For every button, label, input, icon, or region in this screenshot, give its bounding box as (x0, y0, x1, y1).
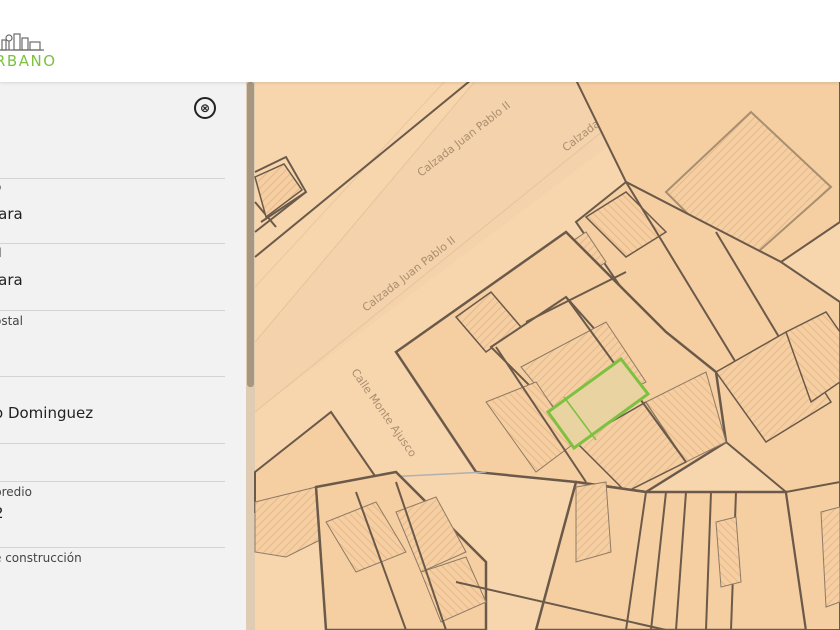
logo-text: RBANO (0, 52, 57, 70)
close-icon[interactable]: ⊗ (194, 97, 216, 119)
parcel (715, 516, 742, 588)
property-info-panel: ⊗ o jara d jara ostal o Dominguez predio… (0, 82, 246, 630)
divider (0, 243, 225, 244)
city-skyline-icon (0, 33, 44, 51)
parcel (575, 481, 612, 563)
street-label: Calle Monte Ajusco (349, 366, 420, 459)
logo[interactable]: RBANO (0, 30, 70, 74)
divider (0, 547, 225, 548)
divider (0, 310, 225, 311)
divider (0, 376, 225, 377)
divider (0, 178, 225, 179)
field-label: o (0, 180, 1, 194)
divider (0, 481, 225, 482)
field-value: o Dominguez (0, 404, 94, 422)
field-value: jara (0, 271, 23, 289)
divider (0, 443, 225, 444)
cadastral-map[interactable]: Calzada Juan Pablo II Calzada Juan Pablo… (246, 82, 840, 630)
app-header: RBANO (0, 0, 840, 82)
field-value: jara (0, 205, 23, 223)
field-label: d (0, 246, 2, 260)
field-label: predio (0, 485, 32, 499)
field-label: ostal (0, 314, 23, 328)
field-value: 2 (0, 504, 4, 522)
scroll-thumb[interactable] (247, 82, 254, 387)
field-label: e construcción (0, 551, 82, 565)
